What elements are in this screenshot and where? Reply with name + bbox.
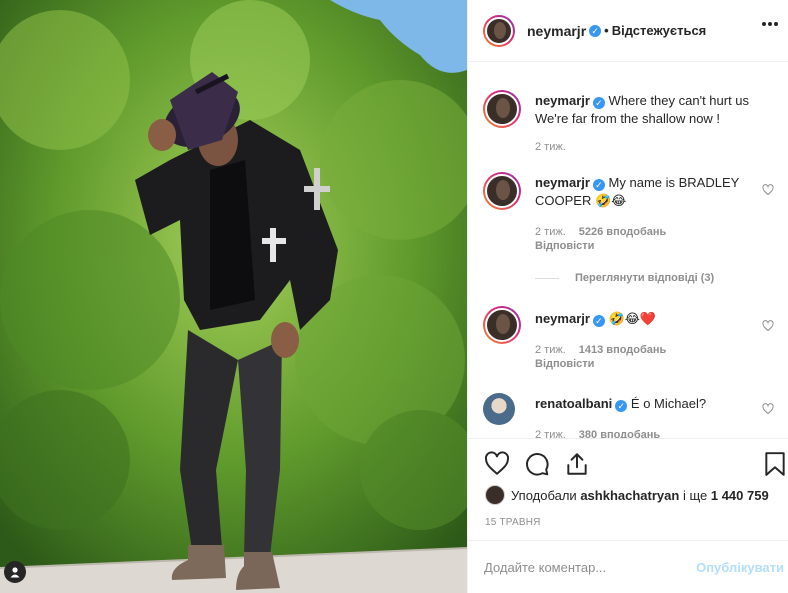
tag-user-button[interactable]	[4, 561, 26, 583]
comment-item: renatoalbani ✓ É o Michael? 2 тиж. 380 впо…	[483, 393, 776, 438]
comments-list[interactable]: neymarjr ✓ Where they can't hurt us We're…	[468, 62, 788, 438]
comment-time[interactable]: 2 тиж.	[535, 226, 566, 238]
post-date[interactable]: 15 ТРАВНЯ	[485, 517, 541, 528]
comment-time[interactable]: 2 тиж.	[535, 344, 566, 356]
publish-button[interactable]: Опублікувати	[696, 560, 784, 575]
verified-badge-icon: ✓	[592, 179, 605, 191]
comment-text: 🤣😂❤️	[608, 311, 657, 326]
commenter-avatar[interactable]	[483, 393, 515, 425]
photo-illustration	[0, 0, 467, 593]
view-replies-label: Переглянути відповіді (3)	[575, 272, 715, 284]
liker-avatar[interactable]	[485, 485, 505, 505]
comment-body: neymarjr ✓ My name is BRADLEY COOPER 🤣😂	[535, 174, 746, 210]
comment-username[interactable]: renatoalbani	[535, 396, 612, 411]
likes-count[interactable]: 1 440 759	[711, 488, 769, 503]
verified-badge-icon: ✓	[589, 24, 602, 37]
commenter-avatar[interactable]	[483, 306, 521, 344]
reply-button[interactable]: Відповісти	[535, 239, 666, 253]
comment-text: É o Michael?	[630, 396, 707, 411]
liked-by-row: Уподобали ashkhachatryan і ще 1 440 759	[485, 485, 783, 505]
comment-likes[interactable]: 1413 вподобань	[579, 344, 667, 356]
comment-body: neymarjr ✓ 🤣😂❤️	[535, 310, 746, 328]
comment-body: neymarjr ✓ Where they can't hurt us We're…	[535, 92, 764, 128]
post-side-panel: neymarjr ✓ • Відстежується neymarjr ✓ Whe…	[467, 0, 788, 593]
comment-time[interactable]: 2 тиж.	[535, 141, 566, 153]
share-icon[interactable]	[564, 451, 590, 477]
comment-input[interactable]	[484, 559, 697, 575]
user-icon	[10, 567, 20, 578]
verified-badge-icon: ✓	[592, 97, 605, 109]
verified-badge-icon: ✓	[615, 400, 628, 412]
comment-username[interactable]: neymarjr	[535, 93, 590, 108]
reply-button[interactable]: Відповісти	[535, 357, 666, 371]
comment-meta: 2 тиж. 1413 вподобань Відповісти	[535, 343, 666, 371]
commenter-avatar[interactable]	[483, 90, 521, 128]
comment-time[interactable]: 2 тиж.	[535, 429, 566, 438]
liked-by-connector: і ще	[682, 487, 708, 503]
like-comment-heart-icon[interactable]	[762, 320, 774, 332]
comment-bubble-icon[interactable]	[524, 451, 550, 477]
like-comment-heart-icon[interactable]	[762, 184, 774, 196]
post-photo[interactable]	[0, 0, 467, 593]
replies-divider	[535, 277, 559, 279]
comment-username[interactable]: neymarjr	[535, 175, 590, 190]
author-avatar[interactable]	[483, 14, 515, 47]
comment-likes[interactable]: 380 вподобань	[579, 429, 660, 438]
comment-meta: 2 тиж. 380 вподобань	[535, 428, 660, 438]
liked-by-user[interactable]: ashkhachatryan	[580, 488, 679, 503]
comment-likes[interactable]: 5226 вподобань	[579, 226, 667, 238]
comment-body: renatoalbani ✓ É o Michael?	[535, 395, 746, 413]
verified-badge-icon: ✓	[592, 315, 605, 327]
more-options-icon[interactable]	[762, 22, 778, 26]
comment-username[interactable]: neymarjr	[535, 311, 590, 326]
commenter-avatar[interactable]	[483, 172, 521, 210]
comment-meta: 2 тиж.	[535, 140, 566, 154]
post-header: neymarjr ✓ • Відстежується	[468, 0, 788, 62]
save-bookmark-icon[interactable]	[764, 451, 786, 477]
like-heart-icon[interactable]	[484, 451, 510, 477]
post-actions-bar	[468, 438, 788, 492]
author-username[interactable]: neymarjr	[527, 23, 586, 39]
view-replies-button[interactable]: Переглянути відповіді (3)	[535, 272, 714, 284]
liked-by-prefix: Уподобали	[511, 487, 577, 503]
separator-dot: •	[604, 23, 609, 38]
add-comment-form: Опублікувати	[468, 540, 788, 593]
follow-status-button[interactable]: Відстежується	[612, 23, 707, 38]
comment-meta: 2 тиж. 5226 вподобань Відповісти	[535, 225, 666, 253]
like-comment-heart-icon[interactable]	[762, 403, 774, 415]
